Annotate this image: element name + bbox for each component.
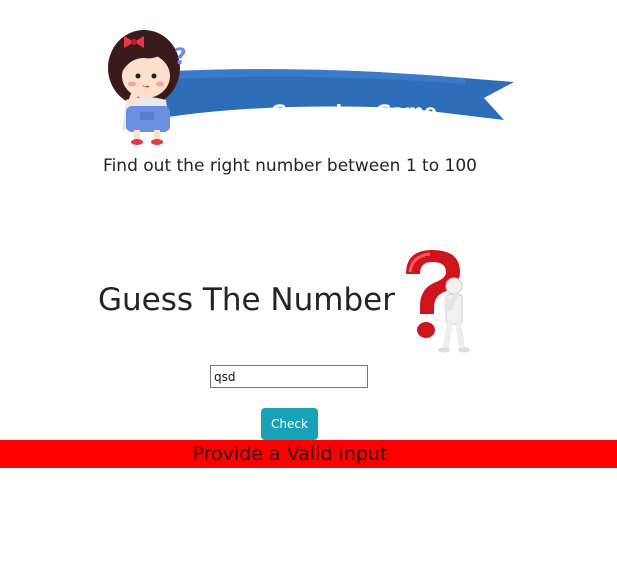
error-alert: Provide a Valid input [0,440,617,468]
guess-input[interactable] [210,365,368,388]
error-message: Provide a Valid input [192,443,388,465]
girl-thinking-icon: ? [108,30,187,145]
page-title: Guess The Number [98,282,395,318]
question-mark-figure-icon [406,250,470,353]
check-button[interactable]: Check [261,408,318,440]
game-banner: ? Guessing Game [104,24,516,148]
banner-title: Guessing Game [271,101,437,123]
instructions-text: Find out the right number between 1 to 1… [103,156,477,176]
game-page: ? Guessing Game Find out the right numbe… [0,0,617,567]
svg-text:?: ? [174,45,187,70]
